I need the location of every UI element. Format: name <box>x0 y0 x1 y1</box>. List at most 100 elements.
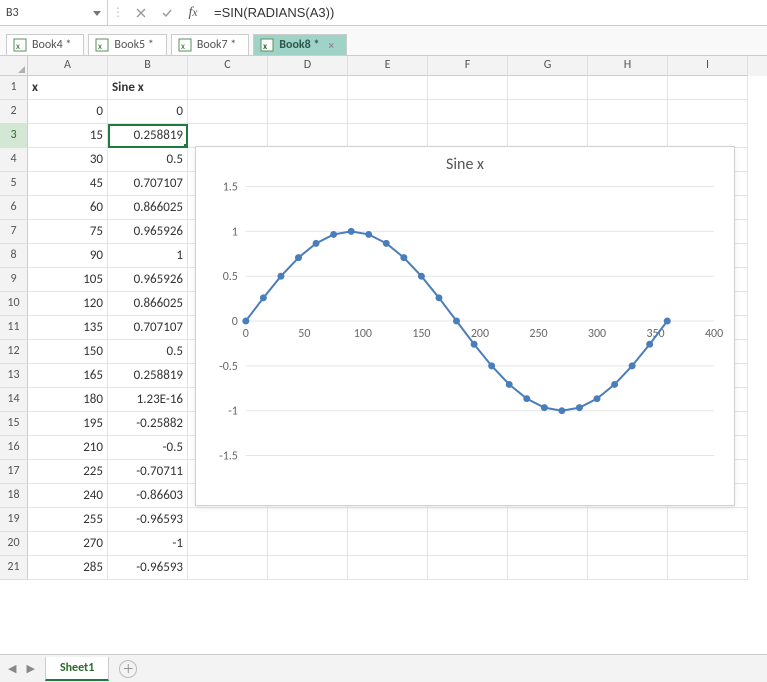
cell[interactable]: -0.96593 <box>108 556 188 580</box>
row-header[interactable]: 9 <box>0 268 28 292</box>
cell[interactable]: 0.707107 <box>108 316 188 340</box>
cell[interactable]: 0.5 <box>108 340 188 364</box>
chart-object[interactable]: Sine x -1.5-1-0.500.511.5050100150200250… <box>195 146 735 506</box>
row-header[interactable]: 11 <box>0 316 28 340</box>
cell[interactable]: 0.258819 <box>108 124 188 148</box>
column-header[interactable]: B <box>108 56 188 76</box>
cell[interactable] <box>268 76 348 100</box>
cell[interactable]: 165 <box>28 364 108 388</box>
workbook-tab[interactable]: xBook4 * <box>6 34 84 55</box>
select-all-button[interactable] <box>0 56 28 76</box>
row-header[interactable]: 17 <box>0 460 28 484</box>
cell[interactable]: 45 <box>28 172 108 196</box>
cell[interactable]: 1 <box>108 244 188 268</box>
add-sheet-button[interactable]: ＋ <box>119 660 137 678</box>
cell[interactable]: -0.70711 <box>108 460 188 484</box>
row-header[interactable]: 5 <box>0 172 28 196</box>
cell[interactable]: 15 <box>28 124 108 148</box>
cell[interactable]: -0.96593 <box>108 508 188 532</box>
fx-icon[interactable]: fx <box>180 0 206 25</box>
row-header[interactable]: 18 <box>0 484 28 508</box>
cell[interactable] <box>588 532 668 556</box>
cell[interactable]: 0.258819 <box>108 364 188 388</box>
workbook-tab[interactable]: xBook5 * <box>88 34 166 55</box>
cell[interactable] <box>428 124 508 148</box>
cell[interactable]: 180 <box>28 388 108 412</box>
cell[interactable] <box>188 76 268 100</box>
cell[interactable]: -1 <box>108 532 188 556</box>
name-box[interactable]: B3 <box>0 0 108 25</box>
cell[interactable] <box>668 532 748 556</box>
cell[interactable] <box>348 556 428 580</box>
cell[interactable] <box>428 556 508 580</box>
cell[interactable]: 30 <box>28 148 108 172</box>
cell[interactable] <box>428 76 508 100</box>
cell[interactable]: 0.965926 <box>108 268 188 292</box>
cancel-formula-button[interactable] <box>128 0 154 25</box>
cell[interactable]: 0.965926 <box>108 220 188 244</box>
workbook-tab[interactable]: xBook7 * <box>171 34 249 55</box>
cell[interactable] <box>348 100 428 124</box>
cell[interactable] <box>428 508 508 532</box>
column-header[interactable]: G <box>508 56 588 76</box>
row-header[interactable]: 1 <box>0 76 28 100</box>
cell[interactable]: 195 <box>28 412 108 436</box>
cell[interactable] <box>508 556 588 580</box>
cell[interactable] <box>668 556 748 580</box>
row-header[interactable]: 3 <box>0 124 28 148</box>
row-header[interactable]: 19 <box>0 508 28 532</box>
cell[interactable] <box>188 532 268 556</box>
cell[interactable] <box>588 76 668 100</box>
row-header[interactable]: 6 <box>0 196 28 220</box>
cell[interactable] <box>428 100 508 124</box>
workbook-tab[interactable]: xBook8 *× <box>253 34 347 55</box>
sheet-tab-sheet1[interactable]: Sheet1 <box>45 657 109 681</box>
cell[interactable]: Sine x <box>108 76 188 100</box>
cell[interactable] <box>588 100 668 124</box>
column-header[interactable]: I <box>668 56 748 76</box>
row-header[interactable]: 12 <box>0 340 28 364</box>
formula-input[interactable] <box>206 0 767 25</box>
cell[interactable]: 1.23E-16 <box>108 388 188 412</box>
cell[interactable]: 285 <box>28 556 108 580</box>
cell[interactable] <box>668 124 748 148</box>
cell[interactable] <box>348 508 428 532</box>
column-header[interactable]: D <box>268 56 348 76</box>
cell[interactable] <box>588 508 668 532</box>
cell[interactable] <box>268 508 348 532</box>
cell[interactable] <box>188 100 268 124</box>
cell[interactable] <box>508 100 588 124</box>
row-header[interactable]: 4 <box>0 148 28 172</box>
row-header[interactable]: 20 <box>0 532 28 556</box>
cell[interactable]: -0.5 <box>108 436 188 460</box>
cell[interactable]: 0.707107 <box>108 172 188 196</box>
accept-formula-button[interactable] <box>154 0 180 25</box>
cell[interactable]: 150 <box>28 340 108 364</box>
sheet-nav-prev[interactable]: ◀ <box>8 662 16 675</box>
cell[interactable]: -0.25882 <box>108 412 188 436</box>
row-header[interactable]: 10 <box>0 292 28 316</box>
cell[interactable] <box>268 124 348 148</box>
row-header[interactable]: 21 <box>0 556 28 580</box>
cell[interactable]: 90 <box>28 244 108 268</box>
row-header[interactable]: 8 <box>0 244 28 268</box>
cell[interactable]: x <box>28 76 108 100</box>
cell[interactable] <box>348 532 428 556</box>
cell[interactable] <box>268 100 348 124</box>
cell[interactable]: 0.866025 <box>108 196 188 220</box>
cell[interactable] <box>668 76 748 100</box>
column-header[interactable]: H <box>588 56 668 76</box>
column-header[interactable]: A <box>28 56 108 76</box>
cell[interactable] <box>508 76 588 100</box>
cell[interactable] <box>508 532 588 556</box>
cell[interactable]: 0 <box>108 100 188 124</box>
cell[interactable]: 0.5 <box>108 148 188 172</box>
column-header[interactable]: C <box>188 56 268 76</box>
row-header[interactable]: 15 <box>0 412 28 436</box>
cell[interactable]: 105 <box>28 268 108 292</box>
cell[interactable] <box>428 532 508 556</box>
column-header[interactable]: E <box>348 56 428 76</box>
cell[interactable]: 0 <box>28 100 108 124</box>
cell[interactable] <box>588 556 668 580</box>
row-header[interactable]: 2 <box>0 100 28 124</box>
